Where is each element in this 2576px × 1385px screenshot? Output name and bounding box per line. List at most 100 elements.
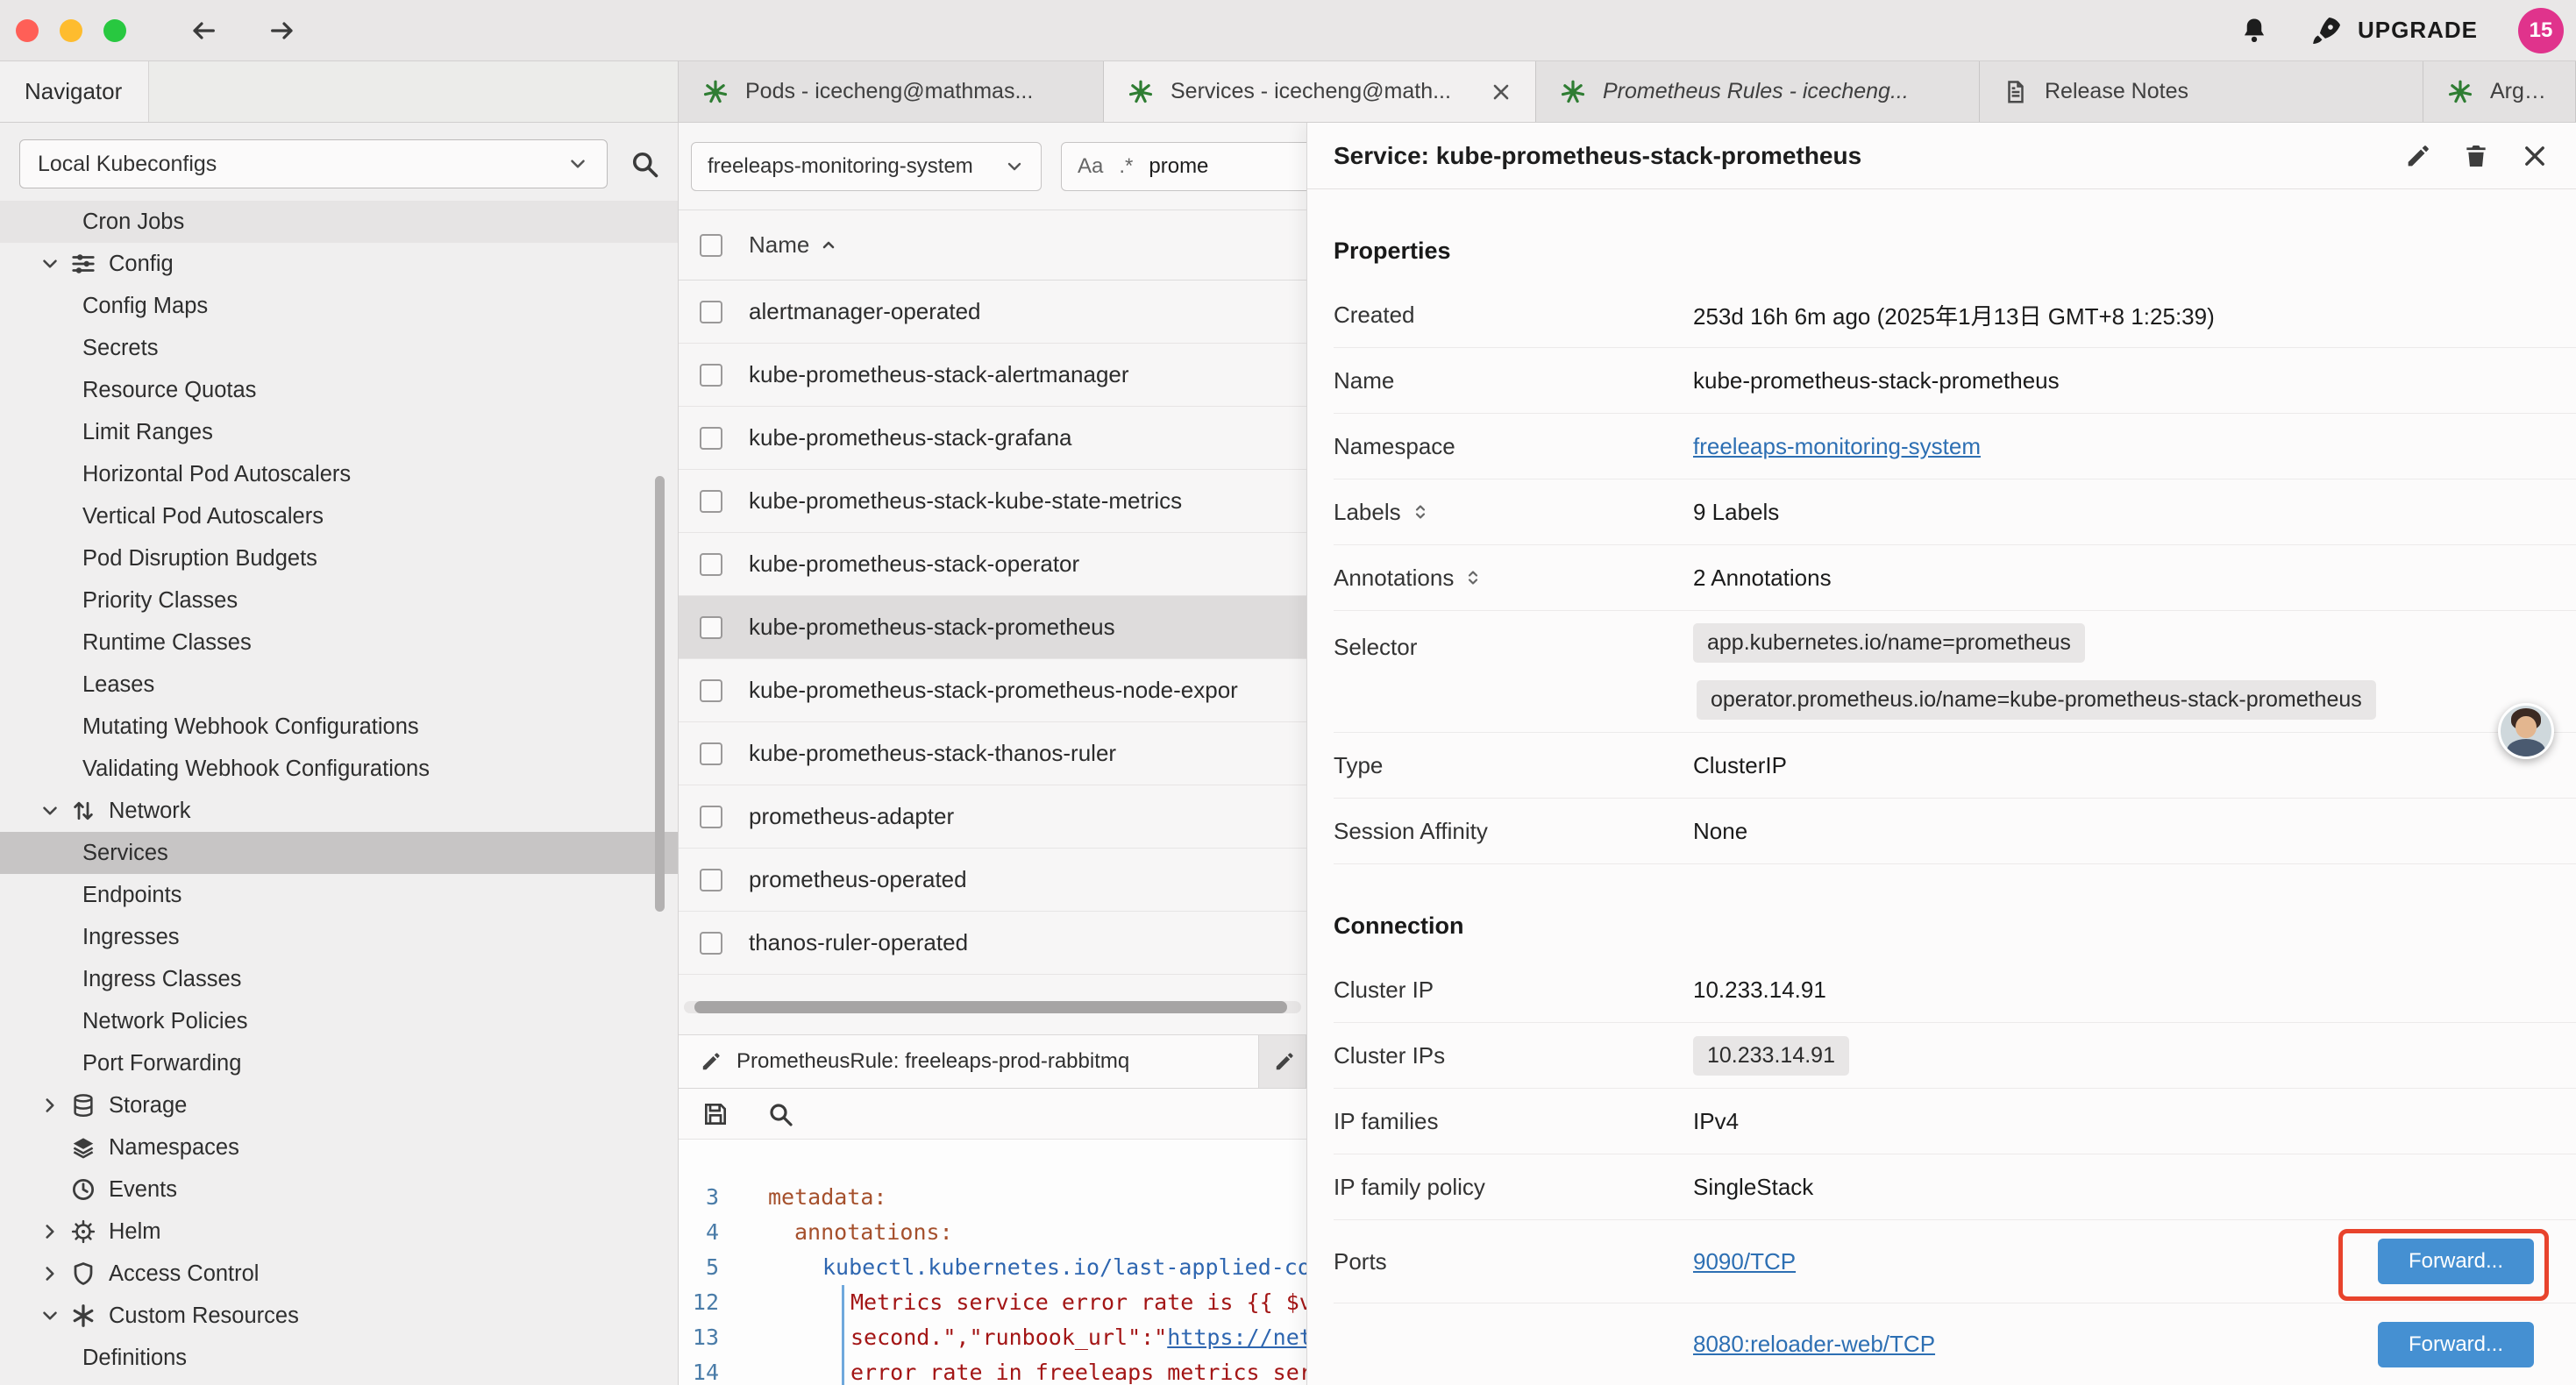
- service-row[interactable]: kube-prometheus-stack-operator: [679, 533, 1306, 596]
- save-icon[interactable]: [701, 1100, 729, 1128]
- close-drawer-icon[interactable]: [2520, 141, 2550, 171]
- notifications-bell-icon[interactable]: [2238, 15, 2270, 46]
- forward-arrow-icon[interactable]: [263, 17, 302, 45]
- code-token: second.","runbook_url":": [850, 1325, 1167, 1350]
- sidebar-group-storage[interactable]: Storage: [0, 1084, 678, 1126]
- row-checkbox[interactable]: [700, 364, 722, 387]
- kubeconfig-select[interactable]: Local Kubeconfigs: [19, 139, 608, 188]
- row-checkbox[interactable]: [700, 301, 722, 323]
- back-arrow-icon[interactable]: [184, 17, 223, 45]
- row-checkbox[interactable]: [700, 742, 722, 765]
- tab-release-notes[interactable]: Release Notes: [1980, 61, 2423, 122]
- search-icon[interactable]: [766, 1100, 794, 1128]
- close-window-button[interactable]: [16, 19, 39, 42]
- tab-strip: Navigator Pods - icecheng@mathmas... Ser…: [0, 61, 2576, 123]
- service-row-selected[interactable]: kube-prometheus-stack-prometheus: [679, 596, 1306, 659]
- sidebar-item-services[interactable]: Services: [0, 832, 678, 874]
- service-row[interactable]: thanos-ruler-operated: [679, 912, 1306, 975]
- delete-trash-icon[interactable]: [2462, 142, 2490, 170]
- chevron-right-icon: [39, 1094, 61, 1117]
- sidebar-item-resource-quotas[interactable]: Resource Quotas: [0, 369, 678, 411]
- regex-toggle[interactable]: .*: [1119, 154, 1133, 179]
- expand-collapse-icon[interactable]: [1410, 499, 1431, 525]
- sidebar-item-cron-jobs[interactable]: Cron Jobs: [0, 201, 678, 243]
- sidebar-item-pod-disruption-budgets[interactable]: Pod Disruption Budgets: [0, 537, 678, 579]
- minimize-window-button[interactable]: [60, 19, 82, 42]
- service-row[interactable]: kube-prometheus-stack-thanos-ruler: [679, 722, 1306, 785]
- edit-pencil-icon[interactable]: [2404, 142, 2432, 170]
- sidebar-item-endpoints[interactable]: Endpoints: [0, 874, 678, 916]
- user-avatar[interactable]: [2498, 703, 2554, 759]
- sidebar-item-runtime-classes[interactable]: Runtime Classes: [0, 621, 678, 664]
- row-checkbox[interactable]: [700, 616, 722, 639]
- tab-argo[interactable]: Argo Se: [2423, 61, 2576, 122]
- service-row[interactable]: prometheus-operated: [679, 849, 1306, 912]
- notification-count-badge[interactable]: 15: [2518, 8, 2564, 53]
- sidebar-scrollbar[interactable]: [655, 476, 665, 912]
- annotations-count[interactable]: 2 Annotations: [1693, 565, 1832, 592]
- service-row[interactable]: alertmanager-operated: [679, 281, 1306, 344]
- namespace-filter-select[interactable]: freeleaps-monitoring-system: [691, 142, 1042, 191]
- sidebar-item-network-policies[interactable]: Network Policies: [0, 1000, 678, 1042]
- sidebar-item-mutating-webhook-configurations[interactable]: Mutating Webhook Configurations: [0, 706, 678, 748]
- service-row[interactable]: kube-prometheus-stack-prometheus-node-ex…: [679, 659, 1306, 722]
- row-checkbox[interactable]: [700, 932, 722, 955]
- row-checkbox[interactable]: [700, 553, 722, 576]
- tab-prometheus-rules[interactable]: Prometheus Rules - icecheng...: [1536, 61, 1980, 122]
- tab-services-active[interactable]: Services - icecheng@math...: [1104, 61, 1536, 122]
- labels-count[interactable]: 9 Labels: [1693, 499, 1779, 526]
- tab-label: Pods - icecheng@mathmas...: [745, 79, 1033, 104]
- search-icon[interactable]: [629, 148, 660, 180]
- dock-tab-next[interactable]: [1259, 1035, 1306, 1088]
- zoom-window-button[interactable]: [103, 19, 126, 42]
- search-input[interactable]: Aa .* prome: [1061, 142, 1306, 191]
- sidebar-group-config[interactable]: Config: [0, 243, 678, 285]
- sidebar-item-ingresses[interactable]: Ingresses: [0, 916, 678, 958]
- port-link-8080[interactable]: 8080:reloader-web/TCP: [1693, 1331, 1935, 1358]
- row-checkbox[interactable]: [700, 679, 722, 702]
- service-row[interactable]: prometheus-adapter: [679, 785, 1306, 849]
- select-all-checkbox[interactable]: [700, 234, 722, 257]
- expand-collapse-icon[interactable]: [1462, 565, 1484, 591]
- row-checkbox[interactable]: [700, 869, 722, 891]
- sidebar-item-horizontal-pod-autoscalers[interactable]: Horizontal Pod Autoscalers: [0, 453, 678, 495]
- sidebar-item-priority-classes[interactable]: Priority Classes: [0, 579, 678, 621]
- sidebar-group-custom-resources[interactable]: Custom Resources: [0, 1295, 678, 1337]
- sidebar-item-leases[interactable]: Leases: [0, 664, 678, 706]
- sidebar-item-secrets[interactable]: Secrets: [0, 327, 678, 369]
- sidebar-group-helm[interactable]: Helm: [0, 1211, 678, 1253]
- sidebar-item-events[interactable]: Events: [0, 1168, 678, 1211]
- service-row[interactable]: kube-prometheus-stack-grafana: [679, 407, 1306, 470]
- sidebar-item-limit-ranges[interactable]: Limit Ranges: [0, 411, 678, 453]
- scrollbar-thumb[interactable]: [694, 1001, 1287, 1013]
- sidebar-group-network[interactable]: Network: [0, 790, 678, 832]
- dock-tab-prometheusrule[interactable]: PrometheusRule: freeleaps-prod-rabbitmq: [679, 1035, 1259, 1088]
- row-checkbox[interactable]: [700, 427, 722, 450]
- sidebar-item-validating-webhook-configurations[interactable]: Validating Webhook Configurations: [0, 748, 678, 790]
- row-checkbox[interactable]: [700, 490, 722, 513]
- sidebar-item-definitions[interactable]: Definitions: [0, 1337, 678, 1379]
- name-column-header[interactable]: Name: [749, 231, 809, 259]
- yaml-editor[interactable]: 3metadata: 4annotations: 5kubectl.kubern…: [679, 1140, 1306, 1385]
- service-row[interactable]: kube-prometheus-stack-kube-state-metrics: [679, 470, 1306, 533]
- horizontal-scrollbar[interactable]: [684, 1001, 1301, 1013]
- tab-pods[interactable]: Pods - icecheng@mathmas...: [679, 61, 1104, 122]
- upgrade-button[interactable]: UPGRADE: [2310, 14, 2478, 47]
- sidebar-item-config-maps[interactable]: Config Maps: [0, 285, 678, 327]
- service-row[interactable]: kube-prometheus-stack-alertmanager: [679, 344, 1306, 407]
- sidebar-item-ingress-classes[interactable]: Ingress Classes: [0, 958, 678, 1000]
- service-name: thanos-ruler-operated: [749, 929, 968, 956]
- namespace-link[interactable]: freeleaps-monitoring-system: [1693, 433, 1981, 460]
- row-checkbox[interactable]: [700, 806, 722, 828]
- close-tab-icon[interactable]: [1490, 81, 1512, 103]
- port-link-9090[interactable]: 9090/TCP: [1693, 1248, 1796, 1275]
- sidebar-item-port-forwarding[interactable]: Port Forwarding: [0, 1042, 678, 1084]
- sidebar-item-namespaces[interactable]: Namespaces: [0, 1126, 678, 1168]
- forward-button-8080[interactable]: Forward...: [2378, 1322, 2534, 1367]
- sidebar-group-access-control[interactable]: Access Control: [0, 1253, 678, 1295]
- cluster-ips-badge: 10.233.14.91: [1693, 1036, 1849, 1076]
- navigator-header-tab[interactable]: Navigator: [0, 61, 149, 122]
- match-case-toggle[interactable]: Aa: [1078, 154, 1103, 179]
- sidebar-item-vertical-pod-autoscalers[interactable]: Vertical Pod Autoscalers: [0, 495, 678, 537]
- sort-ascending-icon[interactable]: [818, 235, 839, 256]
